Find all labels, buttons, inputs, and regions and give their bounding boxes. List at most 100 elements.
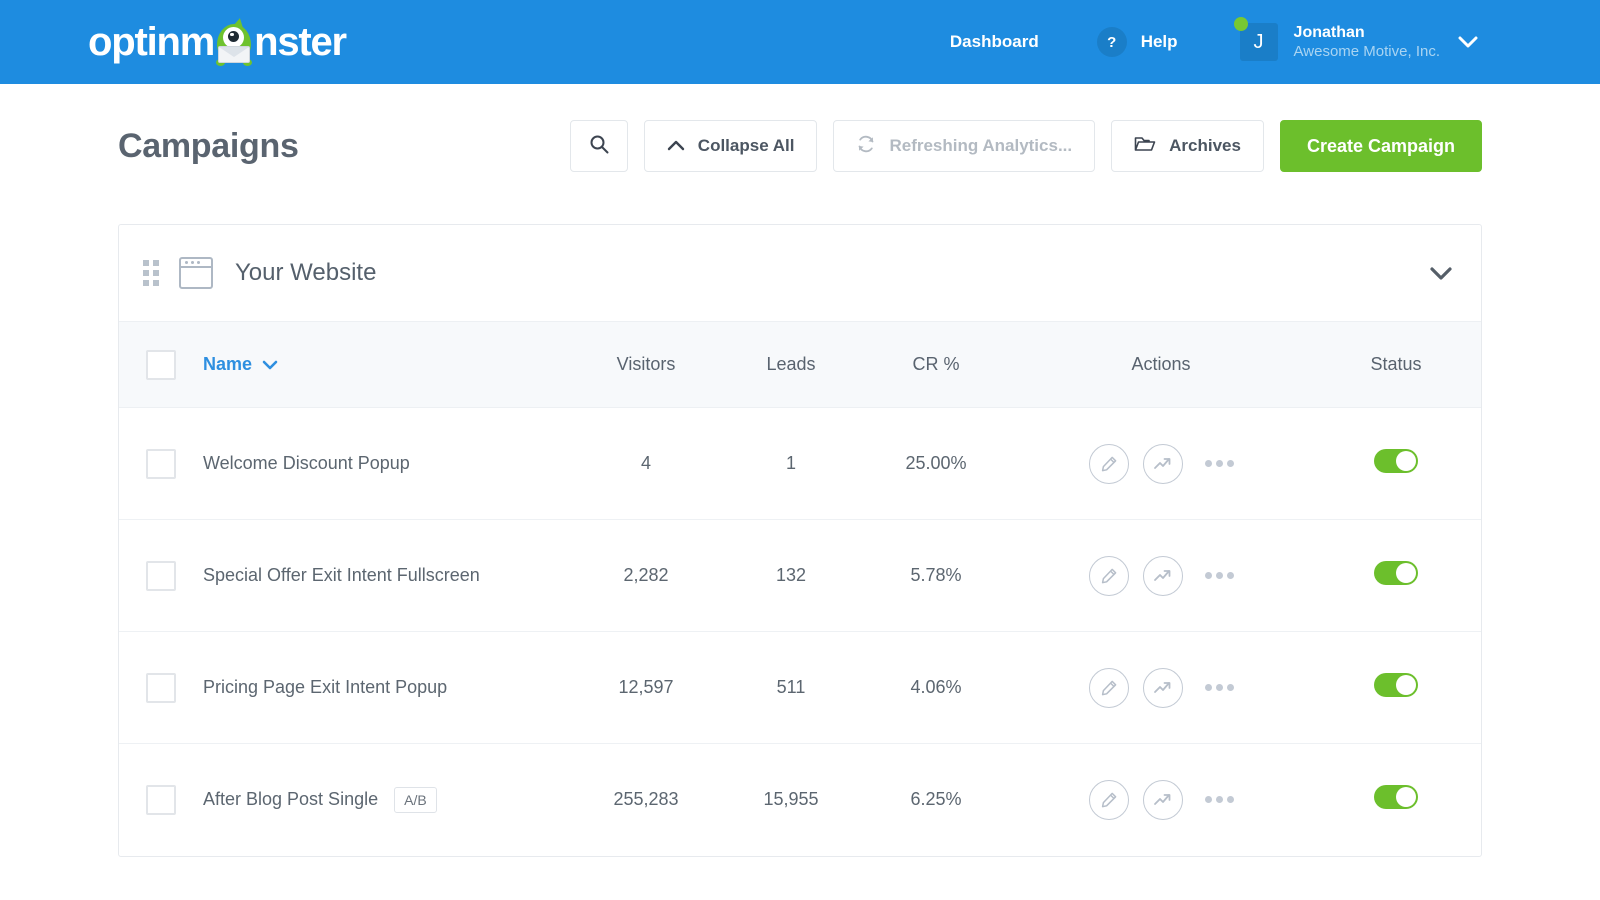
campaigns-table-header: Name Visitors Leads CR % Actions Status bbox=[119, 322, 1481, 408]
nav-link-dashboard[interactable]: Dashboard bbox=[950, 32, 1039, 52]
account-name: Jonathan bbox=[1294, 24, 1440, 42]
header-cr[interactable]: CR % bbox=[861, 322, 1011, 408]
campaigns-table: Name Visitors Leads CR % Actions Status … bbox=[119, 321, 1481, 856]
visitors-value: 4 bbox=[571, 408, 721, 520]
logo-text-before: optinm bbox=[88, 22, 214, 62]
website-panel: Your Website Name Visitors bbox=[118, 224, 1482, 857]
account-menu[interactable]: J Jonathan Awesome Motive, Inc. bbox=[1240, 23, 1478, 61]
page-title: Campaigns bbox=[118, 127, 299, 166]
refresh-analytics-label: Refreshing Analytics... bbox=[889, 136, 1072, 156]
header-name: Name bbox=[203, 322, 571, 408]
more-options-icon[interactable] bbox=[1205, 796, 1234, 803]
sort-chevron-down-icon bbox=[262, 360, 278, 370]
status-cell bbox=[1311, 632, 1481, 744]
search-icon bbox=[589, 134, 609, 159]
campaign-name[interactable]: After Blog Post Single bbox=[203, 789, 378, 810]
row-checkbox[interactable] bbox=[146, 561, 176, 591]
panel-chevron-down-icon[interactable] bbox=[1429, 266, 1453, 281]
top-nav-right-group: Dashboard ? Help J Jonathan Awesome Moti… bbox=[950, 23, 1478, 61]
campaigns-table-body: Welcome Discount Popup4125.00%Special Of… bbox=[119, 408, 1481, 856]
page-header: Campaigns Collapse All bbox=[118, 84, 1482, 208]
visitors-value: 255,283 bbox=[571, 744, 721, 856]
status-toggle[interactable] bbox=[1374, 673, 1418, 697]
campaign-name[interactable]: Special Offer Exit Intent Fullscreen bbox=[203, 565, 480, 586]
actions-cell bbox=[1011, 744, 1311, 856]
table-row: After Blog Post Single A/B 255,28315,9556.… bbox=[119, 744, 1481, 856]
row-checkbox[interactable] bbox=[146, 785, 176, 815]
select-all-checkbox[interactable] bbox=[146, 350, 176, 380]
page-container: Campaigns Collapse All bbox=[0, 84, 1600, 857]
leads-value: 132 bbox=[721, 520, 861, 632]
status-toggle[interactable] bbox=[1374, 449, 1418, 473]
leads-value: 511 bbox=[721, 632, 861, 744]
optinmonster-logo[interactable]: optinm nster bbox=[88, 16, 346, 68]
account-organization: Awesome Motive, Inc. bbox=[1294, 43, 1440, 60]
row-select-cell bbox=[119, 744, 203, 856]
online-status-dot bbox=[1234, 17, 1248, 31]
more-options-icon[interactable] bbox=[1205, 572, 1234, 579]
chevron-up-icon bbox=[667, 136, 685, 156]
question-mark-icon: ? bbox=[1097, 27, 1127, 57]
table-row: Pricing Page Exit Intent Popup12,5975114… bbox=[119, 632, 1481, 744]
top-navigation-bar: optinm nster Dashboard ? Help J bbox=[0, 0, 1600, 84]
collapse-all-button[interactable]: Collapse All bbox=[644, 120, 818, 172]
analytics-trending-up-icon[interactable] bbox=[1143, 444, 1183, 484]
conversion-rate-value: 5.78% bbox=[861, 520, 1011, 632]
campaign-name[interactable]: Pricing Page Exit Intent Popup bbox=[203, 677, 447, 698]
header-visitors[interactable]: Visitors bbox=[571, 322, 721, 408]
edit-pencil-icon[interactable] bbox=[1089, 444, 1129, 484]
campaign-name-cell: Pricing Page Exit Intent Popup bbox=[203, 632, 571, 744]
status-toggle[interactable] bbox=[1374, 785, 1418, 809]
status-cell bbox=[1311, 408, 1481, 520]
more-options-icon[interactable] bbox=[1205, 684, 1234, 691]
avatar-wrapper: J bbox=[1240, 23, 1278, 61]
help-label: Help bbox=[1141, 32, 1178, 52]
monster-mascot-icon bbox=[212, 18, 256, 66]
analytics-trending-up-icon[interactable] bbox=[1143, 556, 1183, 596]
analytics-trending-up-icon[interactable] bbox=[1143, 668, 1183, 708]
folder-icon bbox=[1134, 135, 1156, 158]
visitors-value: 12,597 bbox=[571, 632, 721, 744]
campaign-name-cell: Welcome Discount Popup bbox=[203, 408, 571, 520]
edit-pencil-icon[interactable] bbox=[1089, 556, 1129, 596]
website-panel-title: Your Website bbox=[235, 259, 376, 287]
account-text: Jonathan Awesome Motive, Inc. bbox=[1294, 24, 1440, 60]
more-options-icon[interactable] bbox=[1205, 460, 1234, 467]
actions-cell bbox=[1011, 632, 1311, 744]
refresh-analytics-button[interactable]: Refreshing Analytics... bbox=[833, 120, 1095, 172]
campaign-name[interactable]: Welcome Discount Popup bbox=[203, 453, 410, 474]
header-name-label: Name bbox=[203, 354, 252, 375]
page-toolbar: Collapse All Refreshing Analytics... bbox=[570, 120, 1482, 172]
conversion-rate-value: 6.25% bbox=[861, 744, 1011, 856]
header-actions: Actions bbox=[1011, 322, 1311, 408]
chevron-down-icon[interactable] bbox=[1458, 36, 1478, 49]
drag-handle-icon[interactable] bbox=[143, 260, 159, 286]
campaign-name-cell: Special Offer Exit Intent Fullscreen bbox=[203, 520, 571, 632]
edit-pencil-icon[interactable] bbox=[1089, 668, 1129, 708]
row-checkbox[interactable] bbox=[146, 449, 176, 479]
status-cell bbox=[1311, 744, 1481, 856]
sort-by-name[interactable]: Name bbox=[203, 354, 278, 375]
actions-cell bbox=[1011, 408, 1311, 520]
status-cell bbox=[1311, 520, 1481, 632]
ab-test-badge: A/B bbox=[394, 787, 437, 813]
row-select-cell bbox=[119, 632, 203, 744]
leads-value: 1 bbox=[721, 408, 861, 520]
search-button[interactable] bbox=[570, 120, 628, 172]
header-leads[interactable]: Leads bbox=[721, 322, 861, 408]
row-checkbox[interactable] bbox=[146, 673, 176, 703]
table-header-row: Name Visitors Leads CR % Actions Status bbox=[119, 322, 1481, 408]
collapse-all-label: Collapse All bbox=[698, 136, 795, 156]
row-select-cell bbox=[119, 520, 203, 632]
website-panel-header: Your Website bbox=[119, 225, 1481, 321]
edit-pencil-icon[interactable] bbox=[1089, 780, 1129, 820]
actions-cell bbox=[1011, 520, 1311, 632]
archives-button[interactable]: Archives bbox=[1111, 120, 1264, 172]
logo-text-after: nster bbox=[254, 22, 346, 62]
help-button[interactable]: ? Help bbox=[1097, 27, 1178, 57]
leads-value: 15,955 bbox=[721, 744, 861, 856]
status-toggle[interactable] bbox=[1374, 561, 1418, 585]
create-campaign-button[interactable]: Create Campaign bbox=[1280, 120, 1482, 172]
analytics-trending-up-icon[interactable] bbox=[1143, 780, 1183, 820]
refresh-icon bbox=[856, 134, 876, 159]
